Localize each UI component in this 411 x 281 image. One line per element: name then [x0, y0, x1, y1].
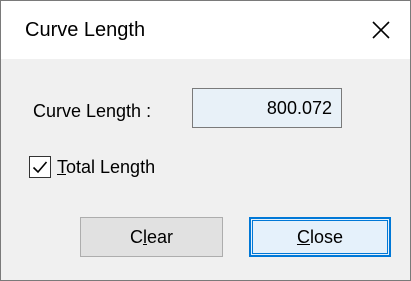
curve-length-label: Curve Length :: [33, 101, 152, 121]
dialog-title: Curve Length: [25, 19, 146, 41]
close-button[interactable]: Close: [249, 217, 391, 257]
clear-button[interactable]: Cl ear: [80, 217, 223, 257]
checkmark-icon: [32, 161, 48, 174]
curve-length-value-field: 800.072: [192, 88, 342, 128]
curve-length-dialog: Curve Length Curve Length : 800.072 Tota…: [0, 0, 411, 281]
total-length-checkbox-row[interactable]: Total Length: [29, 154, 155, 180]
close-icon[interactable]: [353, 5, 409, 55]
title-bar: Curve Length: [1, 1, 410, 59]
curve-length-value: 800.072: [266, 98, 332, 118]
total-length-checkbox[interactable]: [29, 156, 51, 178]
total-length-label: Total Length: [57, 157, 156, 177]
